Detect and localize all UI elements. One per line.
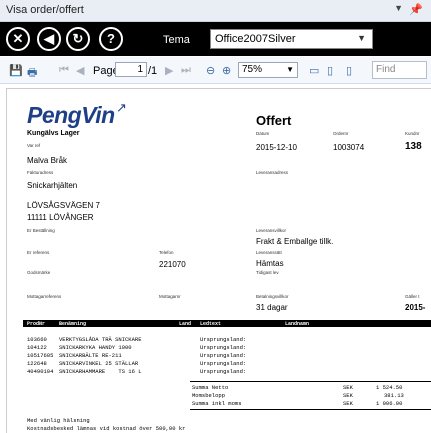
label-telefon: Telefon (159, 250, 174, 255)
page-total: /1 (148, 65, 158, 77)
prev-page-icon[interactable]: ◀ (76, 64, 84, 77)
customer-number: 138 (405, 141, 422, 152)
find-input[interactable]: Find (372, 61, 427, 79)
label-datum: Datum (256, 131, 270, 136)
table-row-3-ledtext: Ursprungsland: (200, 352, 247, 359)
total-label-moms: Momsbelopp (192, 392, 226, 399)
invoice-zip-city: 11111 LÖVÅNGER (27, 213, 94, 222)
total-label-inkl-moms: Summa inkl moms (192, 400, 242, 407)
table-row-1-prodnr: 103660 (27, 336, 47, 343)
column-header-ledtext: Ledtext (200, 321, 222, 327)
nav-bar: ✕ ◀ ↻ ? Tema Office2007Silver ▼ (0, 22, 431, 56)
order-number: 1003074 (333, 143, 365, 152)
chevron-down-icon: ▼ (286, 65, 294, 74)
label-mottagarreferens: Mottagarreferens (27, 294, 62, 299)
label-er-referens: Er referens (27, 250, 50, 255)
table-row-3-prodnr: 10517605 (27, 352, 54, 359)
label-betalningsvillkor: Betalningsvillkor (256, 294, 289, 299)
label-fakturadress: Fakturadress (27, 170, 54, 175)
two-pages-icon[interactable]: ▯ (346, 64, 352, 77)
total-currency-inkl-moms: SEK (343, 400, 353, 407)
column-header-prodnr: ProdNr (27, 321, 46, 327)
items-table-header: ProdNr Benämning Land Ledtext Landnamn (23, 320, 431, 327)
label-leveransvillkor: Leveransvillkor (256, 228, 287, 233)
label-mottagarnr: Mottagarnr (159, 294, 181, 299)
zoom-in-icon[interactable]: ⊕ (222, 64, 231, 77)
close-icon[interactable]: ✕ (6, 27, 30, 51)
total-amount-moms: 381.13 (384, 392, 404, 399)
invoice-name: Snickarhjälten (27, 181, 78, 190)
column-header-benamning: Benämning (59, 321, 87, 327)
table-row-5-prodnr: 40490104 (27, 368, 54, 375)
whole-page-icon[interactable]: ▯ (327, 64, 333, 77)
delivery-method: Hämtas (256, 259, 284, 268)
footer-greeting: Med vänlig hälsning (27, 417, 90, 424)
theme-select[interactable]: Office2007Silver ▼ (210, 29, 373, 49)
column-header-landnamn: Landnamn (285, 321, 310, 327)
payment-terms: 31 dagar (256, 303, 288, 312)
delivery-terms: Frakt & Emballge tillk. (256, 237, 334, 246)
table-row-2-benamning: SNICKARKYKA HANDY 1000 (59, 344, 132, 351)
label-leveransadress: Leveransadress (256, 170, 289, 175)
zoom-out-icon[interactable]: ⊖ (206, 64, 215, 77)
label-godsmarke: Godsmärke (27, 270, 51, 275)
label-var-ref: Var ref (27, 143, 41, 148)
zoom-select[interactable]: 75% ▼ (238, 62, 298, 78)
first-page-icon[interactable]: ⏮ (59, 64, 69, 77)
logo-arrow-icon: ↗ (116, 100, 127, 115)
report-toolbar: 💾 🖶 ⏮ ◀ Page 1 /1 ▶ ⏭ ⊖ ⊕ 75% ▼ ▭ ▯ ▯ Fi… (0, 57, 431, 84)
window-title-bar: Visa order/offert ▼ 📌 (0, 0, 431, 22)
invoice-street: LÖVSÅGSVÄGEN 7 (27, 201, 100, 210)
phone-number: 221070 (159, 260, 186, 269)
table-row-4-prodnr: 122648 (27, 360, 47, 367)
label-er-bestallning: Er Beställning (27, 228, 55, 233)
table-row-5-benamning: SNICKARHAMMARE TS 16 L (59, 368, 142, 375)
column-header-land: Land (179, 321, 192, 327)
chevron-down-icon: ▼ (357, 33, 366, 43)
label-kundnr: Kundnr (405, 131, 420, 136)
window-title: Visa order/offert (6, 4, 84, 16)
totals-bottom-rule (190, 409, 431, 410)
print-icon[interactable]: 🖶 (27, 64, 37, 83)
table-row-2-prodnr: 104122 (27, 344, 47, 351)
total-label-netto: Summa Netto (192, 384, 229, 391)
total-amount-inkl-moms: 1 906.00 (376, 400, 403, 407)
table-row-3-benamning: SNICKARBÄLTE RE-211 (59, 352, 122, 359)
table-row-4-ledtext: Ursprungsland: (200, 360, 247, 367)
table-row-5-ledtext: Ursprungsland: (200, 368, 247, 375)
next-page-icon[interactable]: ▶ (165, 64, 173, 77)
back-icon[interactable]: ◀ (37, 27, 61, 51)
page-width-icon[interactable]: ▭ (309, 64, 319, 77)
label-galler-till: Gäller t (405, 294, 420, 299)
zoom-value: 75% (242, 64, 263, 75)
table-row-1-ledtext: Ursprungsland: (200, 336, 247, 343)
footer-cost-note: Kostnadsbesked lämnas vid kostnad över 5… (27, 425, 186, 432)
theme-select-value: Office2007Silver (215, 33, 296, 45)
table-row-4-benamning: SNICKARVINKEL 25 STÄLLAR (59, 360, 139, 367)
table-row-1-benamning: VERKTYGSLÅDA TRÄ SNICKARE (59, 336, 142, 343)
total-currency-netto: SEK (343, 384, 353, 391)
total-amount-netto: 1 524.50 (376, 384, 403, 391)
theme-label: Tema (163, 34, 190, 46)
label-leveranssatt: Leveranssätt (256, 250, 282, 255)
page-number-input[interactable]: 1 (115, 62, 147, 77)
last-page-icon[interactable]: ⏭ (181, 64, 191, 77)
table-row-2-ledtext: Ursprungsland: (200, 344, 247, 351)
customer-company: Kungälvs Lager (27, 130, 80, 137)
save-icon[interactable]: 💾 (9, 64, 23, 77)
company-logo: PengVin (27, 102, 115, 128)
totals-top-rule (190, 381, 431, 382)
total-currency-moms: SEK (343, 392, 353, 399)
chevron-down-icon[interactable]: ▼ (394, 3, 403, 13)
pin-icon[interactable]: 📌 (409, 3, 423, 16)
valid-until: 2015- (405, 303, 426, 312)
help-icon[interactable]: ? (99, 27, 123, 51)
document-title: Offert (256, 113, 292, 128)
refresh-icon[interactable]: ↻ (66, 27, 90, 51)
offer-date: 2015-12-10 (256, 143, 297, 152)
label-tidigast-lev: Tidigast lev (256, 270, 279, 275)
our-reference: Malva Bråk (27, 156, 68, 165)
label-ordernr: Ordernr (333, 131, 349, 136)
